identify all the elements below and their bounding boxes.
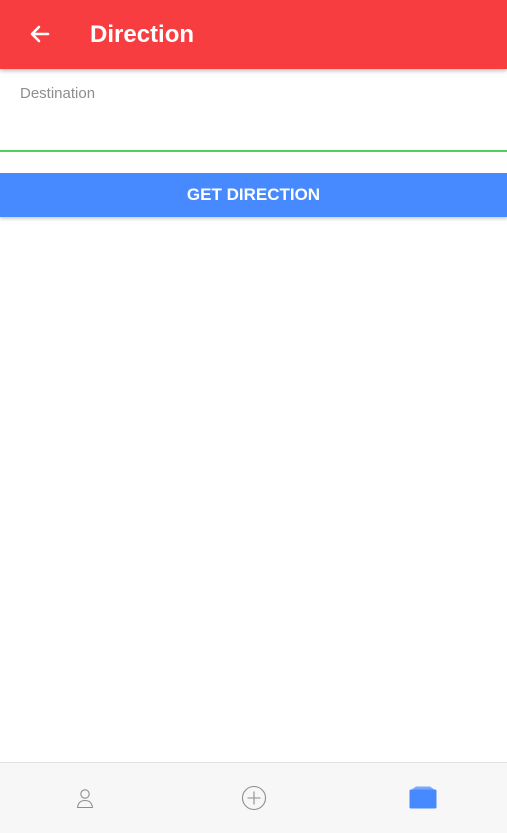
destination-input[interactable] [20, 109, 487, 145]
tab-profile[interactable] [0, 763, 169, 833]
back-button[interactable] [20, 14, 60, 54]
destination-label: Destination [20, 85, 96, 102]
tab-folder[interactable] [338, 763, 507, 833]
get-direction-button[interactable]: GET DIRECTION [0, 173, 507, 217]
arrow-left-icon [30, 25, 50, 43]
folder-icon [409, 786, 436, 809]
page-title: Direction [90, 21, 195, 48]
tab-add[interactable] [169, 763, 338, 833]
destination-underline [0, 150, 507, 152]
tab-bar [0, 762, 507, 833]
app-bar: Direction [0, 0, 507, 69]
person-icon [76, 789, 93, 809]
destination-field: Destination [0, 69, 507, 153]
add-circle-icon [241, 785, 266, 811]
